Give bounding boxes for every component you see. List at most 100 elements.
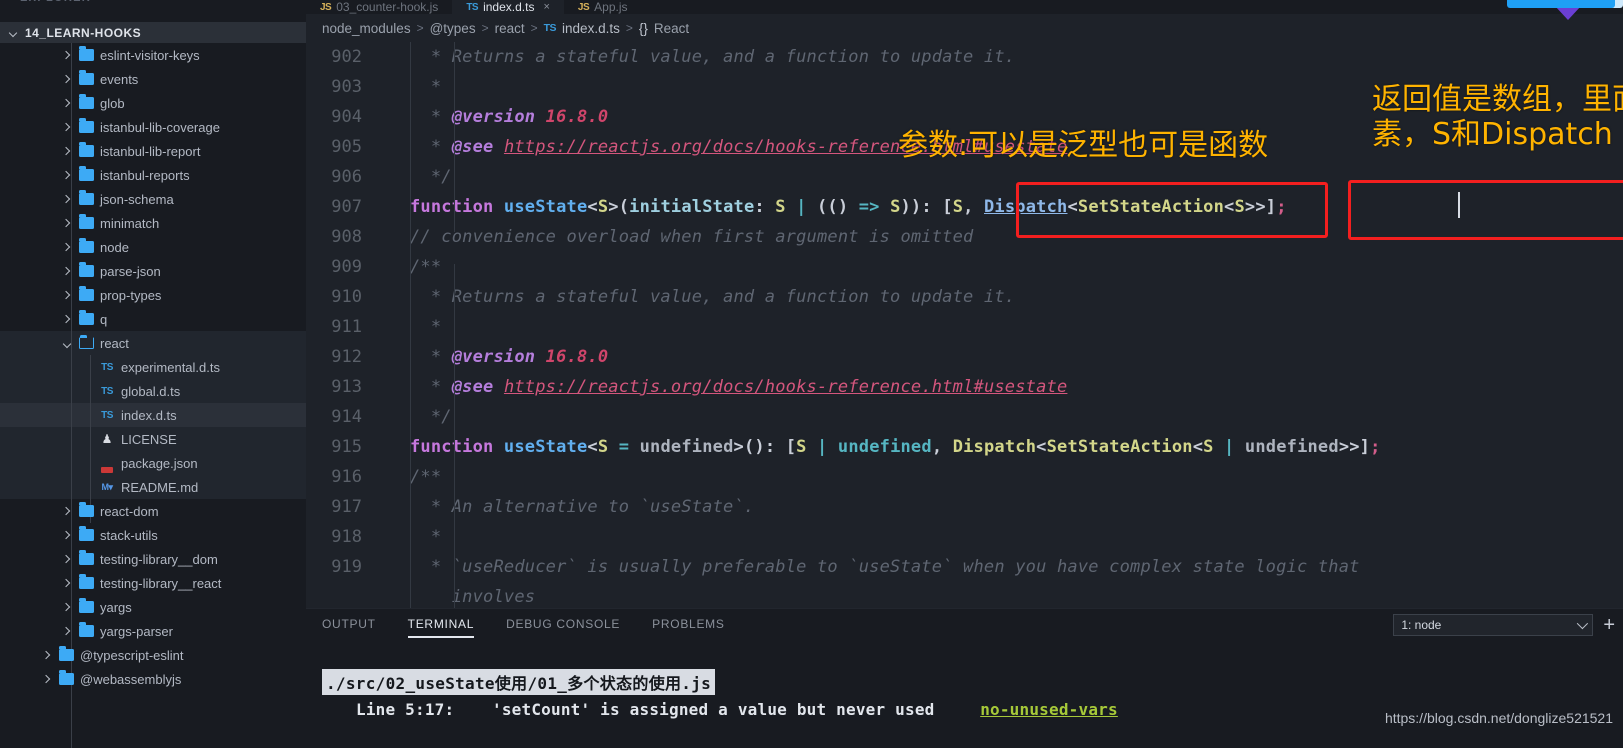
code-line: 908 // convenience overload when first ar… [306, 222, 1623, 252]
tree-item-react[interactable]: react [0, 331, 306, 355]
panel-tab-problems[interactable]: PROBLEMS [652, 617, 724, 636]
tree-item-eslint-visitor-keys[interactable]: eslint-visitor-keys [0, 43, 306, 67]
tree-item-json-schema[interactable]: json-schema [0, 187, 306, 211]
tree-item-istanbul-lib-report[interactable]: istanbul-lib-report [0, 139, 306, 163]
chevron-right-icon [62, 506, 73, 517]
line-number: 919 [331, 557, 362, 577]
folder-icon [59, 646, 74, 661]
overlay-widget-primary[interactable]: •• [1507, 0, 1615, 8]
namespace-icon: {} [638, 20, 648, 36]
terminal-selector[interactable]: 1: node [1393, 614, 1594, 636]
tree-item-minimatch[interactable]: minimatch [0, 211, 306, 235]
tree-item-events[interactable]: events [0, 67, 306, 91]
tree-item-label: stack-utils [100, 527, 158, 543]
tree-item--webassemblyjs[interactable]: @webassemblyjs [0, 667, 306, 691]
tree-item-istanbul-lib-coverage[interactable]: istanbul-lib-coverage [0, 115, 306, 139]
tree-item-prop-types[interactable]: prop-types [0, 283, 306, 307]
terminal-output[interactable]: ./src/02_useState使用/01_多个状态的使用.js Line 5… [306, 643, 1623, 748]
panel-tab-terminal[interactable]: TERMINAL [407, 617, 475, 638]
chevron-down-icon [62, 338, 73, 349]
line-number: 912 [331, 347, 362, 367]
panel-tab-output[interactable]: OUTPUT [322, 617, 376, 636]
code-line: 917 * An alternative to `useState`. [306, 492, 1623, 522]
terminal-selector-value: 1: node [1401, 618, 1442, 632]
folder-icon [79, 598, 94, 613]
editor-tab-bar: JS 03_counter-hook.js TS index.d.ts × JS App.j… [306, 0, 1623, 14]
editor-tab-03-counter-hook-js[interactable]: JS 03_counter-hook.js [306, 0, 452, 14]
tree-item-stack-utils[interactable]: stack-utils [0, 523, 306, 547]
typescript-icon: TS [101, 409, 113, 421]
folder-icon [79, 550, 94, 565]
chevron-right-icon [62, 530, 73, 541]
folder-icon [79, 622, 94, 637]
tree-item-label: yargs [100, 599, 132, 615]
code-line-text: * [410, 77, 442, 97]
close-icon[interactable]: × [543, 1, 549, 13]
folder-icon [79, 335, 94, 349]
editor-tab-index-d-ts[interactable]: TS index.d.ts × [452, 0, 564, 14]
tree-item-label: json-schema [100, 191, 174, 207]
tree-item-testing-library-dom[interactable]: testing-library__dom [0, 547, 306, 571]
tree-item-node[interactable]: node [0, 235, 306, 259]
typescript-icon: TS [101, 361, 113, 373]
tree-item-label: package.json [121, 455, 198, 471]
line-number: 909 [331, 257, 362, 277]
line-number: 908 [331, 227, 362, 247]
watermark-url: https://blog.csdn.net/donglize521521 [1384, 710, 1613, 726]
tree-item-label: react-dom [100, 503, 159, 519]
folder-icon [79, 310, 94, 325]
tree-guide-line [90, 355, 91, 523]
code-line-text: * `useReducer` is usually preferable to … [410, 557, 1360, 577]
tree-item-istanbul-reports[interactable]: istanbul-reports [0, 163, 306, 187]
line-number: 904 [331, 107, 362, 127]
chevron-right-icon [62, 146, 73, 157]
tree-item-testing-library-react[interactable]: testing-library__react [0, 571, 306, 595]
panel-tab-debug-console[interactable]: DEBUG CONSOLE [506, 617, 620, 636]
terminal-warning-message: 'setCount' is assigned a value but never… [492, 700, 935, 719]
tree-item-global-d-ts[interactable]: TS global.d.ts [0, 379, 306, 403]
code-line: 919 * `useReducer` is usually preferable… [306, 552, 1623, 582]
tree-item-label: experimental.d.ts [121, 359, 220, 375]
editor-tab-app-js[interactable]: JS App.js [564, 0, 642, 14]
tree-item-package-json[interactable]: package.json [0, 451, 306, 475]
line-number: 907 [331, 197, 362, 217]
tree-item-parse-json[interactable]: parse-json [0, 259, 306, 283]
tree-item-react-dom[interactable]: react-dom [0, 499, 306, 523]
tree-item-index-d-ts[interactable]: TS index.d.ts [0, 403, 306, 427]
tree-item-q[interactable]: q [0, 307, 306, 331]
annotation-note-return: 返回值是数组，里面有两个元 素，S和Dispatch（函数） [1372, 82, 1623, 153]
chevron-right-icon [62, 194, 73, 205]
breadcrumb-react[interactable]: react [495, 21, 525, 36]
folder-icon [79, 526, 94, 541]
breadcrumb-node-modules[interactable]: node_modules [322, 21, 411, 36]
tree-item-yargs[interactable]: yargs [0, 595, 306, 619]
folder-icon [79, 46, 94, 61]
tree-item-label: q [100, 311, 108, 327]
tree-item-glob[interactable]: glob [0, 91, 306, 115]
code-line: 915 function useState<S = undefined>(): [… [306, 432, 1623, 462]
terminal-line-location: Line 5:17: [356, 700, 455, 719]
line-number: 911 [331, 317, 362, 337]
code-line-text: * @see https://reactjs.org/docs/hooks-re… [410, 377, 1068, 397]
terminal-file-path: ./src/02_useState使用/01_多个状态的使用.js [322, 669, 716, 695]
overlay-dots-icon: •• [1554, 0, 1567, 5]
tree-item--typescript-eslint[interactable]: @typescript-eslint [0, 643, 306, 667]
breadcrumb-types[interactable]: @types [430, 21, 476, 36]
explorer-root-folder[interactable]: 14_LEARN-HOOKS [0, 22, 306, 43]
tree-item-readme-md[interactable]: M▾ README.md [0, 475, 306, 499]
annotation-note-return-line1: 返回值是数组，里面有两个元 [1372, 82, 1623, 117]
tree-item-label: testing-library__dom [100, 551, 218, 567]
line-number: 905 [331, 137, 362, 157]
vscode-window: EXPLORER 14_LEARN-HOOKS eslint-visitor-k… [0, 0, 1623, 748]
chevron-right-icon [62, 170, 73, 181]
breadcrumb-file[interactable]: index.d.ts [562, 21, 620, 36]
tree-item-yargs-parser[interactable]: yargs-parser [0, 619, 306, 643]
line-number: 918 [331, 527, 362, 547]
breadcrumb-symbol[interactable]: React [654, 21, 689, 36]
explorer-root-label: 14_LEARN-HOOKS [25, 25, 142, 40]
tree-item-experimental-d-ts[interactable]: TS experimental.d.ts [0, 355, 306, 379]
new-terminal-icon[interactable]: + [1603, 615, 1615, 635]
typescript-icon: TS [543, 22, 557, 34]
code-line-text: function useState<S>(initialState: S | (… [410, 197, 1287, 217]
tree-item-license[interactable]: ♟ LICENSE [0, 427, 306, 451]
